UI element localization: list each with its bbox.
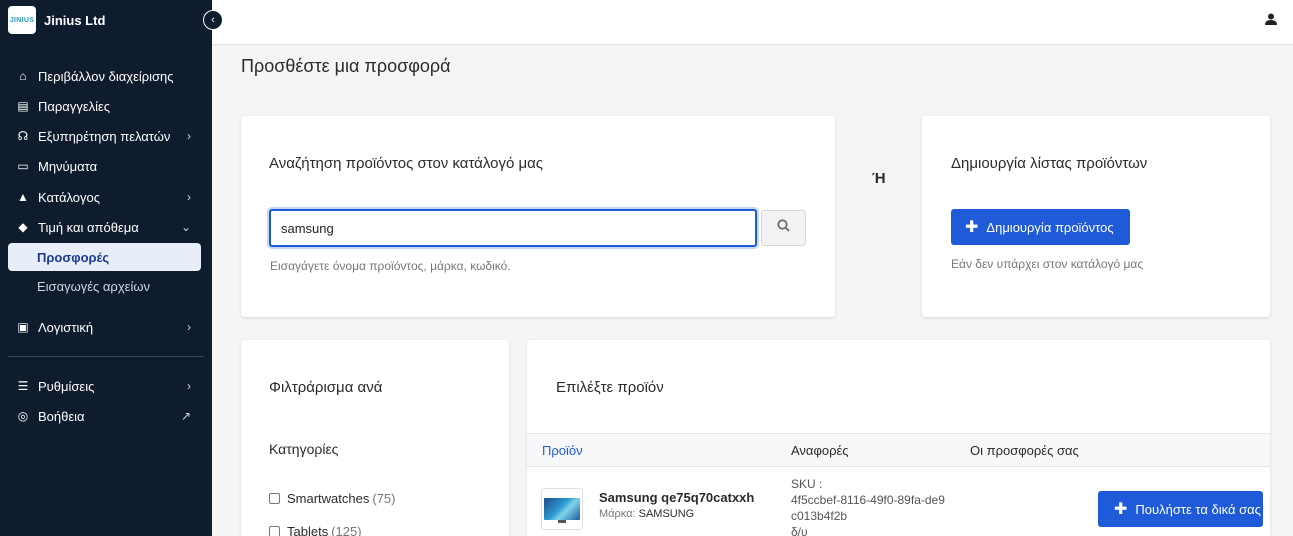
or-separator: Ή [872,170,886,187]
sidebar-item-label: Εισαγωγές αρχείων [37,278,150,294]
chevron-right-icon: › [187,379,191,393]
topbar [212,0,1293,45]
sidebar-item-catalog[interactable]: ▲ Κατάλογος › [8,183,201,211]
category-name: Tablets [287,524,329,536]
sidebar-item-dashboard[interactable]: ⌂ Περιβάλλον διαχείρισης [8,62,201,90]
tag-icon: ◆ [18,220,28,234]
product-brand: Μάρκα: SAMSUNG [599,508,694,520]
sidebar-item-accounting[interactable]: ▣ Λογιστική › [8,313,201,341]
product-name[interactable]: Samsung qe75q70catxxh [599,490,754,505]
category-filter-tablets[interactable]: Tablets (125) [269,524,362,536]
chat-icon: ▭ [17,159,29,173]
create-product-label: Δημιουργία προϊόντος [986,219,1114,235]
column-header-references: Αναφορές [791,443,849,458]
category-count: (125) [331,524,362,536]
sidebar-item-offers[interactable]: Προσφορές [8,243,201,271]
category-filter-smartwatches[interactable]: Smartwatches (75) [269,491,396,506]
sku-value: 4f5ccbef-8116-49f0-89fa-de9c013b4f2b [791,493,945,523]
product-search-input[interactable] [269,209,757,247]
chevron-left-icon: ‹ [211,14,215,26]
sidebar: JINIUS Jinius Ltd ⌂ Περιβάλλον διαχείρισ… [0,0,212,536]
create-card-title: Δημιουργία λίστας προϊόντων [951,155,1148,172]
filter-card: Φιλτράρισμα ανά Κατηγορίες Smartwatches … [241,340,509,536]
sidebar-item-label: Προσφορές [37,249,110,265]
sell-yours-label: Πουλήστε τα δικά σας [1135,501,1261,517]
sell-yours-button[interactable]: ✚ Πουλήστε τα δικά σας [1098,491,1263,527]
sidebar-item-price-stock[interactable]: ◆ Τιμή και απόθεμα ⌄ [8,213,201,241]
sidebar-item-customer-service[interactable]: ☊ Εξυπηρέτηση πελατών › [8,122,201,150]
search-card: Αναζήτηση προϊόντος στον κατάλογό μας Ει… [241,116,835,317]
products-card-title: Επιλέξτε προϊόν [556,379,664,396]
search-button[interactable] [761,210,806,246]
category-checkbox[interactable] [269,526,280,536]
categories-heading: Κατηγορίες [269,441,339,457]
page-title: Προσθέστε μια προσφορά [241,56,451,76]
column-header-your-offers: Οι προσφορές σας [970,443,1079,458]
category-name: Smartwatches [287,491,370,506]
brand-name: Jinius Ltd [44,12,106,28]
product-image [541,488,583,530]
products-table-header: Προϊόν Αναφορές Οι προσφορές σας [527,433,1270,467]
sidebar-item-label: Μηνύματα [38,158,98,174]
headset-icon: ☊ [17,129,29,143]
sidebar-item-label: Παραγγελίες [38,98,111,114]
collapse-sidebar-button[interactable]: ‹ [203,10,223,30]
clipboard-icon: ▤ [17,99,29,113]
sidebar-item-file-imports[interactable]: Εισαγωγές αρχείων [8,272,201,300]
chevron-right-icon: › [187,190,191,204]
sidebar-item-help[interactable]: ◎ Βοήθεια ↗ [8,402,201,430]
sidebar-item-label: Εξυπηρέτηση πελατών [38,128,171,144]
sidebar-item-label: Περιβάλλον διαχείρισης [38,68,174,84]
sidebar-item-label: Τιμή και απόθεμα [38,219,139,235]
sidebar-item-label: Ρυθμίσεις [38,378,95,394]
sliders-icon: ☰ [17,379,29,393]
sidebar-item-label: Βοήθεια [38,408,85,424]
plus-icon: ✚ [1114,501,1128,518]
brand[interactable]: JINIUS Jinius Ltd [0,0,212,40]
external-link-icon: ↗ [180,409,191,423]
brand-logo: JINIUS [8,6,36,34]
sidebar-item-messages[interactable]: ▭ Μηνύματα [8,152,201,180]
category-checkbox[interactable] [269,493,280,504]
tv-thumbnail [544,498,580,523]
search-card-title: Αναζήτηση προϊόντος στον κατάλογό μας [269,155,543,172]
product-sku: SKU : 4f5ccbef-8116-49f0-89fa-de9c013b4f… [791,476,961,536]
sidebar-item-orders[interactable]: ▤ Παραγγελίες [8,92,201,120]
create-card: Δημιουργία λίστας προϊόντων ✚ Δημιουργία… [922,116,1270,317]
column-header-product[interactable]: Προϊόν [542,443,583,458]
chevron-down-icon: ⌄ [180,220,191,234]
home-icon: ⌂ [19,69,27,83]
create-hint: Εάν δεν υπάρχει στον κατάλογό μας [951,257,1144,271]
shapes-icon: ▲ [17,190,29,204]
invoice-icon: ▣ [17,320,29,334]
filter-card-title: Φιλτράρισμα ανά [269,379,383,396]
products-card: Επιλέξτε προϊόν Προϊόν Αναφορές Οι προσφ… [527,340,1270,536]
sidebar-item-settings[interactable]: ☰ Ρυθμίσεις › [8,372,201,400]
sidebar-divider [8,356,204,357]
chevron-right-icon: › [187,129,191,143]
brand-label: Μάρκα: [599,508,636,520]
sku-label: SKU : [791,477,823,491]
search-hint: Εισαγάγετε όνομα προϊόντος, μάρκα, κωδικ… [270,259,511,273]
lifebuoy-icon: ◎ [17,409,29,423]
sku-extra: δ/υ [791,525,808,536]
sidebar-item-label: Λογιστική [38,319,94,335]
search-icon [777,219,790,237]
sidebar-item-label: Κατάλογος [38,189,101,205]
category-count: (75) [372,491,396,506]
create-product-button[interactable]: ✚ Δημιουργία προϊόντος [951,209,1130,245]
user-icon[interactable] [1265,12,1277,28]
plus-icon: ✚ [965,219,979,236]
brand-value: SAMSUNG [638,508,695,520]
chevron-right-icon: › [187,320,191,334]
